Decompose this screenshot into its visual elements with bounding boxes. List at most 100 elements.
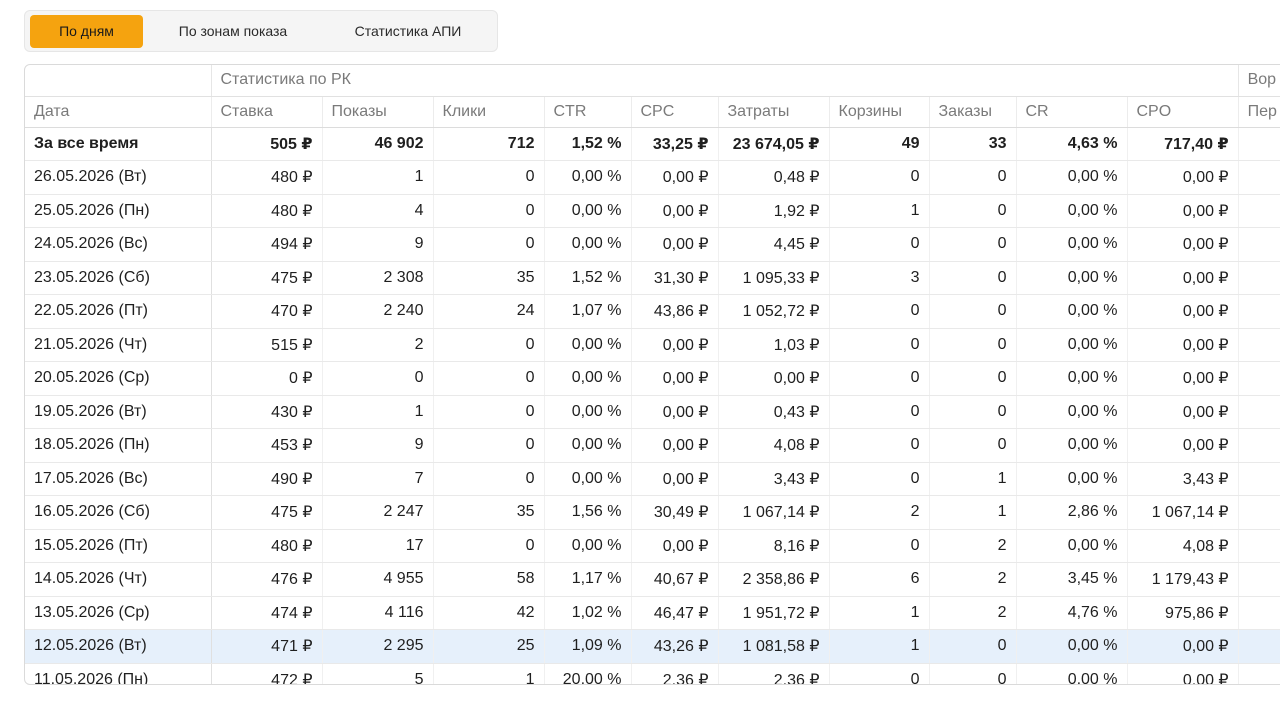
table-row[interactable]: 13.05.2026 (Ср) 474 ₽4 116 42 1,02 % 46,47 ₽… [25, 596, 1280, 630]
col-header-bid[interactable]: Ставка [211, 96, 323, 128]
cell-orders: 2 [929, 529, 1017, 563]
table-row[interactable]: 20.05.2026 (Ср) 0 ₽0 0 0,00 % 0,00 ₽0,00 ₽0 0… [25, 361, 1280, 396]
cell-clicks: 0 [433, 395, 545, 429]
cell-cpo: 0,00 ₽ [1127, 328, 1239, 362]
col-header-carts[interactable]: Корзины [829, 96, 930, 128]
cell-cost: 1,92 ₽ [718, 194, 830, 228]
cell-cost: 0,43 ₽ [718, 395, 830, 429]
table-row[interactable]: 22.05.2026 (Пт) 470 ₽2 240 24 1,07 % 43,86 ₽… [25, 294, 1280, 329]
cell-cr: 0,00 % [1016, 395, 1128, 429]
col-header-next[interactable]: Пер [1238, 96, 1280, 128]
tab-by-days[interactable]: По дням [30, 15, 143, 48]
cell-impressions: 0 [322, 361, 434, 396]
table-row-total[interactable]: За все время 505 ₽46 902 712 1,52 % 33,25 ₽2… [25, 127, 1280, 161]
cell-next [1238, 194, 1280, 228]
cell-orders: 0 [929, 294, 1017, 329]
cell-cost: 1 052,72 ₽ [718, 294, 830, 329]
cell-cpo: 0,00 ₽ [1127, 663, 1239, 684]
table-row[interactable]: 25.05.2026 (Пн) 480 ₽4 0 0,00 % 0,00 ₽1,92 ₽… [25, 194, 1280, 228]
table-row[interactable]: 26.05.2026 (Вт) 480 ₽1 0 0,00 % 0,00 ₽0,48 ₽… [25, 160, 1280, 195]
table-row[interactable]: 16.05.2026 (Сб) 475 ₽2 247 35 1,56 % 30,49 ₽… [25, 495, 1280, 530]
cell-carts: 0 [829, 462, 930, 496]
col-header-orders[interactable]: Заказы [929, 96, 1017, 128]
cell-bid: 476 ₽ [211, 562, 323, 597]
cell-cost: 1 095,33 ₽ [718, 261, 830, 295]
cell-impressions: 2 247 [322, 495, 434, 530]
cell-date: 13.05.2026 (Ср) [25, 596, 212, 630]
table-row[interactable]: 23.05.2026 (Сб) 475 ₽2 308 35 1,52 % 31,30 ₽… [25, 261, 1280, 295]
cell-ctr: 0,00 % [544, 227, 632, 262]
cell-impressions: 9 [322, 227, 434, 262]
table-row[interactable]: 24.05.2026 (Вс) 494 ₽9 0 0,00 % 0,00 ₽4,45 ₽… [25, 227, 1280, 262]
col-header-clicks[interactable]: Клики [433, 96, 545, 128]
cell-next [1238, 629, 1280, 664]
cell-clicks: 1 [433, 663, 545, 684]
col-header-cost[interactable]: Затраты [718, 96, 830, 128]
cell-impressions: 4 116 [322, 596, 434, 630]
cell-cr: 0,00 % [1016, 462, 1128, 496]
col-header-ctr[interactable]: CTR [544, 96, 632, 128]
cell-cost: 1,03 ₽ [718, 328, 830, 362]
cell-impressions: 2 240 [322, 294, 434, 329]
cell-cr: 0,00 % [1016, 261, 1128, 295]
cell-cpo: 975,86 ₽ [1127, 596, 1239, 630]
cell-bid: 475 ₽ [211, 261, 323, 295]
cell-carts: 0 [829, 227, 930, 262]
tab-by-zones[interactable]: По зонам показа [159, 15, 307, 48]
table-row[interactable]: 17.05.2026 (Вс) 490 ₽7 0 0,00 % 0,00 ₽3,43 ₽… [25, 462, 1280, 496]
cell-cpc: 0,00 ₽ [631, 462, 719, 496]
cell-impressions: 4 [322, 194, 434, 228]
cell-cpc: 0,00 ₽ [631, 328, 719, 362]
cell-cost: 2,36 ₽ [718, 663, 830, 684]
cell-date: 12.05.2026 (Вт) [25, 629, 212, 664]
cell-next [1238, 328, 1280, 362]
table-row[interactable]: 11.05.2026 (Пн) 472 ₽5 1 20,00 % 2,36 ₽2,36 … [25, 663, 1280, 684]
cell-cpo: 0,00 ₽ [1127, 361, 1239, 396]
cell-carts: 0 [829, 428, 930, 463]
cell-cr: 0,00 % [1016, 227, 1128, 262]
cell-date: 20.05.2026 (Ср) [25, 361, 212, 396]
col-header-impressions[interactable]: Показы [322, 96, 434, 128]
cell-cpo: 0,00 ₽ [1127, 629, 1239, 664]
stats-table-container[interactable]: Статистика по РК Вор Дата Ставка Показы … [24, 64, 1280, 685]
tab-api-stats[interactable]: Статистика АПИ [330, 15, 486, 48]
cell-carts: 0 [829, 395, 930, 429]
cell-cr: 0,00 % [1016, 328, 1128, 362]
cell-date: 14.05.2026 (Чт) [25, 562, 212, 597]
cell-cr: 4,63 % [1016, 127, 1128, 161]
cell-cpc: 0,00 ₽ [631, 361, 719, 396]
cell-bid: 474 ₽ [211, 596, 323, 630]
cell-next [1238, 261, 1280, 295]
cell-ctr: 0,00 % [544, 428, 632, 463]
table-row[interactable]: 12.05.2026 (Вт) 471 ₽2 295 25 1,09 % 43,26 ₽… [25, 629, 1280, 664]
cell-cpo: 0,00 ₽ [1127, 227, 1239, 262]
cell-cpo: 0,00 ₽ [1127, 428, 1239, 463]
cell-cost: 4,45 ₽ [718, 227, 830, 262]
col-header-date[interactable]: Дата [25, 96, 212, 128]
col-header-cpo[interactable]: CPO [1127, 96, 1239, 128]
table-row[interactable]: 21.05.2026 (Чт) 515 ₽2 0 0,00 % 0,00 ₽1,03 ₽… [25, 328, 1280, 362]
cell-next [1238, 462, 1280, 496]
cell-cr: 0,00 % [1016, 428, 1128, 463]
cell-cost: 2 358,86 ₽ [718, 562, 830, 597]
col-header-cr[interactable]: CR [1016, 96, 1128, 128]
col-header-cpc[interactable]: CPC [631, 96, 719, 128]
cell-ctr: 0,00 % [544, 328, 632, 362]
cell-cost: 1 081,58 ₽ [718, 629, 830, 664]
cell-orders: 0 [929, 395, 1017, 429]
table-row[interactable]: 19.05.2026 (Вт) 430 ₽1 0 0,00 % 0,00 ₽0,43 ₽… [25, 395, 1280, 429]
cell-carts: 3 [829, 261, 930, 295]
cell-next [1238, 529, 1280, 563]
cell-cost: 0,48 ₽ [718, 160, 830, 195]
cell-date: 15.05.2026 (Пт) [25, 529, 212, 563]
cell-clicks: 35 [433, 495, 545, 530]
cell-bid: 480 ₽ [211, 160, 323, 195]
cell-ctr: 0,00 % [544, 194, 632, 228]
table-row[interactable]: 18.05.2026 (Пн) 453 ₽9 0 0,00 % 0,00 ₽4,08 ₽… [25, 428, 1280, 463]
cell-orders: 0 [929, 428, 1017, 463]
cell-cost: 1 067,14 ₽ [718, 495, 830, 530]
table-row[interactable]: 15.05.2026 (Пт) 480 ₽17 0 0,00 % 0,00 ₽8,16 … [25, 529, 1280, 563]
cell-next [1238, 294, 1280, 329]
table-row[interactable]: 14.05.2026 (Чт) 476 ₽4 955 58 1,17 % 40,67 ₽… [25, 562, 1280, 597]
cell-carts: 0 [829, 529, 930, 563]
